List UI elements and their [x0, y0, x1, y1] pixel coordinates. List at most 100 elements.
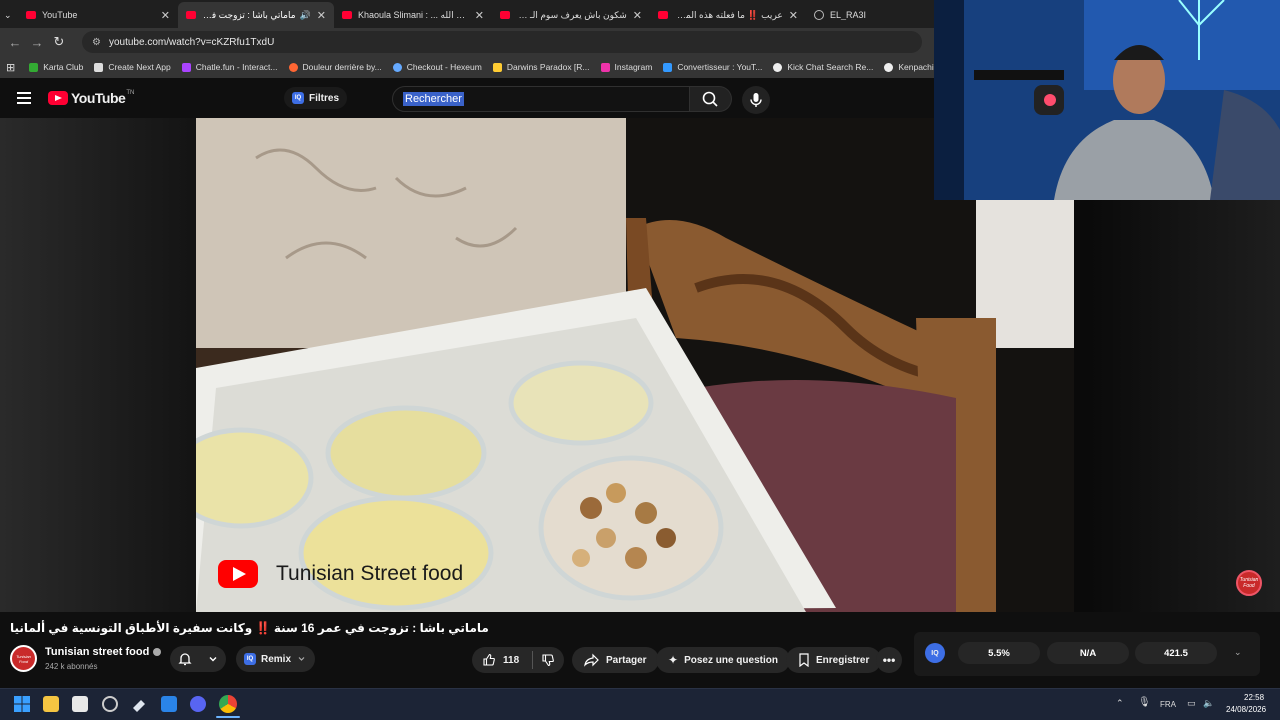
browser-tab[interactable]: Khaoula Slimani : ... من أجل الله ✕ [334, 2, 492, 28]
thumbs-up-icon [483, 653, 495, 666]
webcam-overlay [934, 0, 1280, 200]
share-button[interactable]: Partager [572, 647, 659, 673]
apps-grid-icon[interactable]: ⊞ [6, 61, 15, 74]
iq-extension-icon: IQ [244, 653, 256, 665]
bookmark-favicon-icon [492, 62, 502, 72]
app-icon[interactable] [161, 696, 177, 712]
bookmark-favicon-icon [29, 62, 39, 72]
close-icon[interactable]: ✕ [627, 9, 642, 22]
site-settings-icon[interactable]: ⚙ [92, 37, 101, 48]
share-label: Partager [606, 654, 647, 666]
search-query-text: Rechercher [403, 92, 464, 106]
clock-date[interactable]: 24/08/2026 [1226, 705, 1266, 714]
search-icon [702, 91, 718, 107]
close-icon[interactable]: ✕ [469, 9, 484, 22]
remix-label: Remix [261, 653, 292, 665]
close-icon[interactable]: ✕ [311, 9, 326, 22]
iq-extension-icon: IQ [292, 92, 304, 104]
notifications-button[interactable] [170, 646, 226, 672]
forward-arrow-icon[interactable]: → [26, 35, 48, 50]
microphone-icon [750, 93, 762, 107]
reload-icon[interactable]: ↻ [48, 34, 70, 50]
bookmark-item[interactable]: Chatle.fun - Interact... [181, 62, 278, 72]
bookmark-item[interactable]: Instagram [600, 62, 653, 72]
ask-question-button[interactable]: ✦ Posez une question [656, 647, 790, 673]
channel-watermark-badge[interactable]: Tunisian Food [1236, 570, 1262, 596]
bell-icon [178, 653, 192, 666]
clock-time[interactable]: 22:58 [1244, 693, 1264, 702]
browser-tab[interactable]: EL_RA3I [806, 2, 916, 28]
bookmark-item[interactable]: Create Next App [94, 62, 171, 72]
network-icon[interactable]: ▭ [1187, 698, 1196, 709]
search-input[interactable]: Rechercher [392, 86, 690, 112]
like-button[interactable]: 118 [472, 653, 532, 667]
microphone-icon[interactable]: 🎙 [1138, 697, 1151, 708]
channel-name[interactable]: Tunisian street food [45, 646, 162, 658]
youtube-play-icon [48, 91, 68, 105]
bookmark-item[interactable]: Convertisseur : YouT... [663, 62, 762, 72]
browser-tab-active[interactable]: ماماتي باشا : تزوجت في عمر 🔊 ✕ [178, 2, 334, 28]
bookmark-label: Douleur derrière by... [302, 62, 382, 72]
bookmark-item[interactable]: Checkout - Hexeum [392, 62, 482, 72]
close-icon[interactable]: ✕ [783, 9, 798, 22]
bookmark-item[interactable]: Kenpachi Zaraki Bl [884, 62, 934, 72]
browser-tab[interactable]: عريب ‼️ ما فعلته هذه المرأة مع ... ✕ [650, 2, 806, 28]
chevron-down-icon[interactable]: ⌄ [1234, 647, 1242, 658]
stat-value: 421.5 [1164, 647, 1188, 659]
bookmark-label: Kick Chat Search Re... [787, 62, 874, 72]
volume-icon[interactable]: 🔈 [1203, 698, 1214, 709]
bookmark-item[interactable]: Kick Chat Search Re... [773, 62, 873, 72]
browser-toolbar: ← → ↻ ⚙ youtube.com/watch?v=cKZRfu1TxdU [0, 28, 934, 56]
channel-avatar[interactable]: Tunisian Food [10, 645, 37, 672]
menu-icon[interactable] [17, 92, 31, 104]
back-arrow-icon[interactable]: ← [4, 35, 26, 50]
microsoft-store-icon[interactable] [72, 696, 88, 712]
file-explorer-icon[interactable] [43, 696, 59, 712]
avatar-text: Tunisian Food [16, 653, 31, 664]
address-bar[interactable]: ⚙ youtube.com/watch?v=cKZRfu1TxdU [82, 31, 922, 53]
youtube-favicon-icon [500, 11, 510, 19]
steam-icon[interactable] [131, 696, 147, 712]
browser-tab[interactable]: شكون باش يعرف سوم الـ PIZZA ✕ [492, 2, 650, 28]
bookmark-label: Instagram [614, 62, 653, 72]
youtube-favicon-icon [26, 11, 36, 19]
bookmark-label: Kenpachi Zaraki Bl [898, 62, 934, 72]
chevron-up-icon[interactable]: ⌃ [1116, 698, 1124, 709]
video-watermark: Tunisian Street food [218, 560, 463, 588]
bookmark-item[interactable]: Darwins Paradox [R... [492, 62, 590, 72]
verified-check-icon [153, 648, 162, 656]
iq-extension-icon[interactable]: IQ [925, 643, 945, 663]
browser-tab[interactable]: YouTube ✕ [18, 2, 178, 28]
more-actions-button[interactable]: ••• [876, 647, 902, 673]
chrome-icon[interactable] [219, 695, 237, 713]
filters-button[interactable]: IQ Filtres [284, 87, 348, 109]
chevron-down-icon [209, 657, 217, 662]
close-icon[interactable]: ✕ [155, 9, 170, 22]
discord-icon[interactable] [190, 696, 206, 712]
logo-wordmark: YouTube [71, 90, 126, 106]
obs-studio-icon[interactable] [102, 696, 118, 712]
globe-icon [814, 10, 824, 20]
language-indicator[interactable]: FRA [1160, 700, 1176, 709]
tab-search-button[interactable]: ⌄ [0, 2, 18, 28]
youtube-favicon-icon [186, 11, 196, 19]
tab-title: ماماتي باشا : تزوجت في عمر [202, 9, 296, 20]
search-button[interactable] [690, 86, 732, 112]
active-app-indicator [216, 716, 240, 718]
tab-title: YouTube [42, 10, 78, 20]
youtube-favicon-icon [342, 11, 352, 19]
save-button[interactable]: Enregistrer [786, 647, 882, 673]
youtube-logo[interactable]: YouTube TN [48, 90, 134, 106]
bookmark-item[interactable]: Karta Club [29, 62, 83, 72]
bookmark-favicon-icon [288, 62, 298, 72]
bookmark-item[interactable]: Douleur derrière by... [288, 62, 382, 72]
speaker-icon[interactable]: 🔊 [300, 10, 311, 21]
dislike-button[interactable] [533, 653, 563, 667]
remix-button[interactable]: IQ Remix [236, 646, 316, 672]
windows-start-icon[interactable] [14, 696, 30, 712]
youtube-masthead: YouTube TN IQ Filtres Rechercher [0, 78, 934, 118]
voice-search-button[interactable] [742, 86, 770, 114]
subscriber-count: 242 k abonnés [45, 662, 98, 671]
tab-title: EL_RA3I [830, 10, 867, 20]
like-dislike-group: 118 [472, 647, 564, 673]
